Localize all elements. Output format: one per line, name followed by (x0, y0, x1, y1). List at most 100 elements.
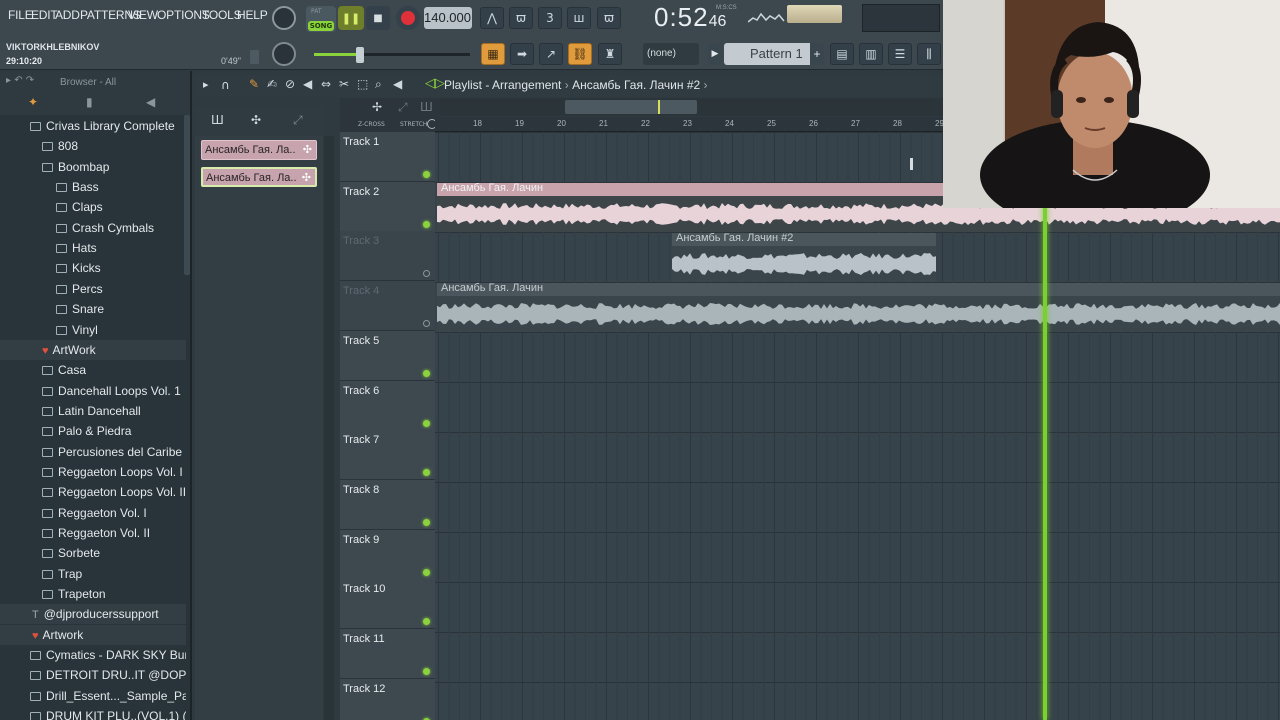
browser-item[interactable]: Trapeton (0, 584, 186, 604)
menu-add[interactable]: ADD (55, 8, 80, 26)
browser-item[interactable]: Reggaeton Vol. II (0, 523, 186, 543)
browser-item[interactable]: Hats (0, 238, 186, 258)
pattern-selector[interactable]: Pattern 1 + (724, 43, 824, 65)
track-header[interactable]: Track 1 (340, 132, 435, 182)
browser-nav-icon[interactable]: ▸ ↶ ↷ (6, 75, 34, 86)
browser-item[interactable]: Palo & Piedra (0, 421, 186, 441)
piano-icon[interactable]: Ш (420, 100, 433, 114)
song-time-display[interactable]: 0:5246 M:S:CS (654, 2, 744, 34)
add-pattern-button[interactable]: + (810, 43, 824, 65)
playback-icon[interactable]: ◀ (393, 77, 402, 91)
track-mute-led-icon[interactable] (423, 220, 430, 228)
audio-clip[interactable]: Ансамбь Гая. Лачин (437, 282, 1280, 332)
channel-rack-view-button[interactable]: ▥ (859, 43, 883, 65)
browser-item[interactable]: DETROIT DRU..IT @DOPEKIT (0, 665, 186, 685)
slice-icon[interactable]: ✂ (339, 77, 349, 91)
zoom-icon[interactable]: ⌕ (375, 77, 382, 92)
stop-button[interactable]: ■ (366, 6, 390, 30)
master-volume-knob[interactable] (272, 6, 296, 30)
browser-item[interactable]: Vinyl (0, 320, 186, 340)
browser-item[interactable]: Bass (0, 177, 186, 197)
stretch-label[interactable]: STRETCH (400, 121, 427, 128)
browser-item[interactable]: Sorbete (0, 543, 186, 563)
browser-item[interactable]: Dancehall Loops Vol. 1 (0, 381, 186, 401)
browser-item[interactable]: DRUM KIT PLU..(VOL.1) (1) (0, 706, 186, 720)
waveform-icon[interactable]: ✢ (372, 100, 382, 114)
sort-icon[interactable]: ✦ (28, 95, 38, 109)
channel-rack-button[interactable]: ↗ (539, 43, 563, 65)
track-mute-led-icon[interactable] (423, 469, 430, 477)
plugin-picker-button[interactable]: ⫼ (917, 43, 941, 65)
picker-scrollbar[interactable] (324, 136, 334, 720)
track-mute-led-icon[interactable] (423, 518, 430, 526)
browser-item[interactable]: ♥ Artwork (0, 624, 186, 645)
file-icon[interactable]: ▮ (86, 95, 93, 109)
browser-item[interactable]: Drill_Essent..._Sample_Pack (0, 686, 186, 706)
browser-item[interactable]: Boombap (0, 157, 186, 177)
countdown-button[interactable]: 3 (538, 7, 562, 29)
pattern-song-toggle[interactable]: PAT SONG (306, 6, 336, 32)
piano-roll-button[interactable]: ➡ (510, 43, 534, 65)
playhead[interactable] (1043, 132, 1047, 720)
track-header[interactable]: Track 9 (340, 529, 435, 580)
menu-edit[interactable]: EDIT (31, 8, 58, 26)
browser-item[interactable]: ♥ ArtWork (0, 339, 186, 360)
browser-item[interactable]: 808 (0, 136, 186, 156)
track-mute-led-icon[interactable] (423, 369, 430, 377)
browser-item[interactable]: Kicks (0, 258, 186, 278)
track-header[interactable]: Track 8 (340, 479, 435, 530)
snap-select[interactable]: (none) (643, 43, 699, 65)
browser-item[interactable]: Reggaeton Vol. I (0, 503, 186, 523)
wait-record-button[interactable]: ϖ (509, 7, 533, 29)
track-header[interactable]: Track 7 (340, 430, 435, 481)
curve-icon[interactable]: ⤢ (398, 100, 408, 115)
browser-scrollbar[interactable] (184, 115, 190, 275)
browser-item[interactable]: Trap (0, 564, 186, 584)
tempo-display[interactable]: 140.000 (424, 7, 472, 29)
clip-source-1[interactable]: Ансамбь Гая. Ла.. ✣ (201, 140, 317, 160)
automation-icon[interactable]: ⤢ (293, 113, 303, 128)
menu-file[interactable]: FILE (8, 8, 33, 26)
mute-icon[interactable]: ◀ (303, 77, 312, 91)
track-header[interactable]: Track 6 (340, 380, 435, 431)
browser-item[interactable]: Reggaeton Loops Vol. I (0, 462, 186, 482)
pattern-prev-button[interactable]: ▶ (708, 43, 722, 65)
overview-scroll-thumb[interactable] (565, 100, 697, 114)
track-header[interactable]: Track 11 (340, 629, 435, 679)
browser-item[interactable]: Crivas Library Complete (0, 116, 186, 136)
magnet-icon[interactable]: ∩ (221, 78, 230, 92)
browser-item[interactable]: Crash Cymbals (0, 218, 186, 238)
loop-record-button[interactable]: ϖ (597, 7, 621, 29)
track-mute-led-icon[interactable] (423, 171, 430, 178)
track-header[interactable]: Track 10 (340, 579, 435, 630)
browser-item[interactable]: Latin Dancehall (0, 401, 186, 421)
track-mute-led-icon[interactable] (423, 419, 430, 427)
track-header[interactable]: Track 2 (340, 181, 435, 232)
menu-view[interactable]: VIEW (128, 8, 158, 26)
stamp-button[interactable]: ♜ (598, 43, 622, 65)
slip-icon[interactable]: ⇔ (321, 77, 331, 91)
menu-tools[interactable]: TOOLS (202, 8, 242, 26)
link-button[interactable]: ⛓ (568, 43, 592, 65)
track-mute-led-icon[interactable] (423, 618, 430, 626)
track-header[interactable]: Track 4 (340, 281, 435, 332)
pencil-icon[interactable]: ✎ (249, 77, 259, 91)
track-header[interactable]: Track 3 (340, 231, 435, 282)
browser-item[interactable]: Cymatics - DARK SKY Bundle (0, 645, 186, 665)
piano-icon[interactable]: Ш (211, 113, 224, 127)
menu-help[interactable]: HELP (237, 8, 268, 26)
zcross-label[interactable]: Z-CROSS (358, 121, 385, 128)
delete-icon[interactable]: ⊘ (285, 77, 295, 91)
playlist-play-icon[interactable]: ◁▷ (425, 76, 445, 91)
browser-toggle-button[interactable]: ☰ (888, 43, 912, 65)
playlist-menu-icon[interactable]: ▸ (203, 78, 209, 91)
blend-notes-button[interactable]: ш (567, 7, 591, 29)
browser-item[interactable]: Snare (0, 299, 186, 319)
audio-clip-icon[interactable]: ✣ (251, 113, 261, 127)
pause-button[interactable]: ❚❚ (338, 6, 364, 30)
track-header[interactable]: Track 12 (340, 678, 435, 720)
master-pitch-knob[interactable] (272, 42, 296, 66)
browser-item[interactable]: Reggaeton Loops Vol. II (0, 482, 186, 502)
metronome-button[interactable]: ⋀ (480, 7, 504, 29)
select-icon[interactable]: ⬚ (357, 77, 368, 91)
